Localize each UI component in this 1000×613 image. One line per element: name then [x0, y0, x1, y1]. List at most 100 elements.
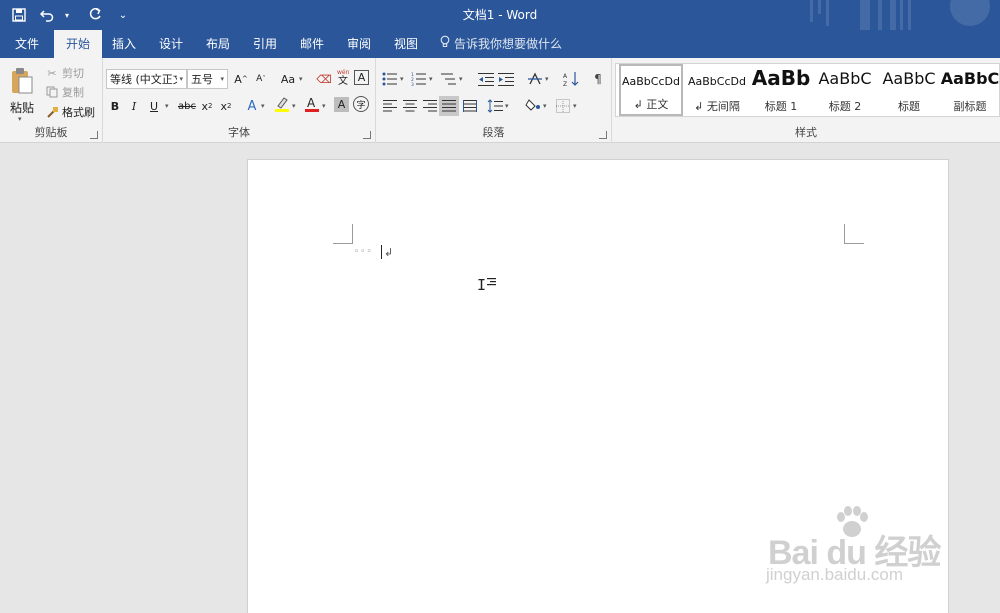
bullets-icon[interactable]: [381, 70, 399, 88]
style-sample: AaBb: [751, 66, 811, 90]
increase-indent-icon[interactable]: [497, 70, 515, 88]
paragraph-anchor: ◦◦◦ ↲: [354, 245, 393, 259]
shrink-font-icon[interactable]: Aˇ: [252, 70, 270, 88]
paste-label: 粘贴: [10, 101, 35, 115]
style-name: 标题 2: [828, 100, 862, 113]
align-right-icon[interactable]: [421, 97, 439, 115]
watermark: Bai du 经验 jingyan.baidu.com: [762, 505, 992, 605]
text-cursor: [380, 245, 382, 259]
chinese-layout-icon[interactable]: [526, 70, 544, 88]
phonetic-guide-icon[interactable]: wén 文: [335, 68, 353, 86]
line-spacing-icon[interactable]: [486, 97, 504, 115]
clipboard-launcher-icon[interactable]: [90, 131, 98, 139]
decrease-indent-icon[interactable]: [477, 70, 495, 88]
scissors-icon: ✂: [47, 66, 57, 80]
align-left-icon[interactable]: [381, 97, 399, 115]
group-label-font: 字体: [228, 126, 250, 139]
character-shading-icon[interactable]: A: [334, 97, 349, 112]
subscript-icon[interactable]: x2: [198, 97, 216, 115]
copy-icon: [44, 84, 60, 100]
tab-view[interactable]: 视图: [382, 30, 430, 58]
margin-corner-top-right: [844, 224, 864, 244]
group-label-clipboard: 剪贴板: [34, 126, 68, 139]
tab-layout[interactable]: 布局: [194, 30, 242, 58]
ibeam-cursor-icon: I: [477, 276, 487, 294]
numbering-icon[interactable]: 123: [410, 70, 428, 88]
style-heading-2[interactable]: AaBbC 标题 2: [813, 64, 877, 116]
tab-file[interactable]: 文件: [3, 30, 51, 58]
distributed-icon[interactable]: [461, 97, 479, 115]
font-size-combo[interactable]: 五号 ▾: [187, 69, 228, 89]
chinese-layout-marker: ◦◦◦: [354, 247, 373, 257]
tell-me-box[interactable]: 告诉我你想要做什么: [440, 30, 562, 58]
paragraph-launcher-icon[interactable]: [599, 131, 607, 139]
svg-text:文: 文: [338, 74, 348, 86]
clear-formatting-icon[interactable]: ⌫: [315, 70, 333, 88]
chevron-down-icon: ▾: [545, 75, 549, 83]
font-name-value: 等线 (中文正文: [110, 73, 178, 86]
cut-button[interactable]: ✂ 剪切: [44, 64, 84, 82]
style-sample: AaBbCcDd: [688, 75, 746, 88]
strikethrough-icon[interactable]: abc: [176, 97, 198, 115]
paste-button[interactable]: 粘贴 ▾: [5, 63, 39, 123]
style-normal[interactable]: AaBbCcDd ↲ 正文: [619, 64, 683, 116]
borders-icon[interactable]: [554, 97, 572, 115]
tab-design[interactable]: 设计: [147, 30, 195, 58]
tab-mailings[interactable]: 邮件: [288, 30, 336, 58]
chevron-down-icon: ▾: [179, 75, 183, 83]
style-subtitle[interactable]: AaBbC 副标题: [938, 64, 1000, 116]
style-no-spacing[interactable]: AaBbCcDd ↲ 无间隔: [685, 64, 749, 116]
chevron-down-icon: ▾: [573, 102, 577, 110]
font-name-combo[interactable]: 等线 (中文正文 ▾: [106, 69, 187, 89]
chevron-down-icon: ▾: [322, 102, 326, 110]
chevron-down-icon: ▾: [18, 115, 22, 123]
lightbulb-icon: [440, 30, 450, 58]
tab-references[interactable]: 引用: [241, 30, 289, 58]
shading-icon[interactable]: [524, 96, 542, 114]
ribbon-home: 粘贴 ▾ ✂ 剪切 复制 格式刷 剪贴板 等线 (中文正文 ▾ 五号 ▾ A ^…: [0, 58, 1000, 143]
font-color-icon[interactable]: A: [303, 95, 321, 113]
group-label-paragraph: 段落: [482, 126, 505, 139]
tab-review[interactable]: 审阅: [335, 30, 383, 58]
group-font: 等线 (中文正文 ▾ 五号 ▾ A ^ Aˇ Aa ▾ ⌫ wén 文 A B I …: [103, 58, 376, 143]
format-painter-button[interactable]: 格式刷: [44, 103, 95, 121]
clipboard-icon: [10, 67, 34, 98]
grow-font-icon[interactable]: A ^: [232, 70, 250, 88]
change-case-icon[interactable]: Aa: [277, 70, 299, 88]
superscript-icon[interactable]: x2: [217, 97, 235, 115]
tab-home[interactable]: 开始: [54, 30, 103, 58]
highlight-icon[interactable]: [273, 95, 291, 113]
style-heading-1[interactable]: AaBb 标题 1: [749, 64, 813, 116]
style-title[interactable]: AaBbC 标题: [877, 64, 941, 116]
chevron-down-icon: ▾: [429, 75, 433, 83]
bold-icon[interactable]: B: [106, 97, 124, 115]
copy-label: 复制: [62, 86, 84, 99]
underline-icon[interactable]: U: [145, 97, 163, 115]
copy-button[interactable]: 复制: [44, 83, 84, 101]
chevron-down-icon: ▾: [165, 102, 169, 110]
show-marks-icon[interactable]: ¶: [589, 70, 607, 88]
sort-icon[interactable]: AZ: [562, 70, 580, 88]
group-paragraph: ▾ 123 ▾ ▾ ▾ AZ ¶ ▾ ▾ ▾ 段落: [376, 58, 612, 143]
enclose-characters-icon[interactable]: 字: [353, 96, 369, 112]
margin-corner-top-left: [333, 224, 353, 244]
paragraph-mark: ↲: [383, 245, 394, 259]
chevron-down-icon: ▾: [292, 102, 296, 110]
style-name: ↲ 正文: [633, 98, 669, 111]
style-sample: AaBbC: [940, 69, 1000, 88]
format-painter-label: 格式刷: [62, 106, 95, 119]
italic-icon[interactable]: I: [125, 97, 143, 115]
chevron-down-icon: ▾: [299, 75, 303, 83]
justify-icon[interactable]: [439, 96, 459, 116]
text-effects-icon[interactable]: A: [243, 97, 261, 115]
svg-text:3: 3: [411, 82, 414, 86]
multilevel-list-icon[interactable]: [440, 70, 458, 88]
align-center-icon[interactable]: [401, 97, 419, 115]
tab-insert[interactable]: 插入: [100, 30, 148, 58]
font-launcher-icon[interactable]: [363, 131, 371, 139]
styles-gallery: AaBbCcDd ↲ 正文 AaBbCcDd ↲ 无间隔 AaBb 标题 1 A…: [615, 63, 1000, 117]
click-and-type-icon: [487, 278, 496, 289]
character-border-icon[interactable]: A: [354, 70, 369, 85]
chevron-down-icon: ▾: [459, 75, 463, 83]
style-name: 副标题: [953, 100, 987, 113]
